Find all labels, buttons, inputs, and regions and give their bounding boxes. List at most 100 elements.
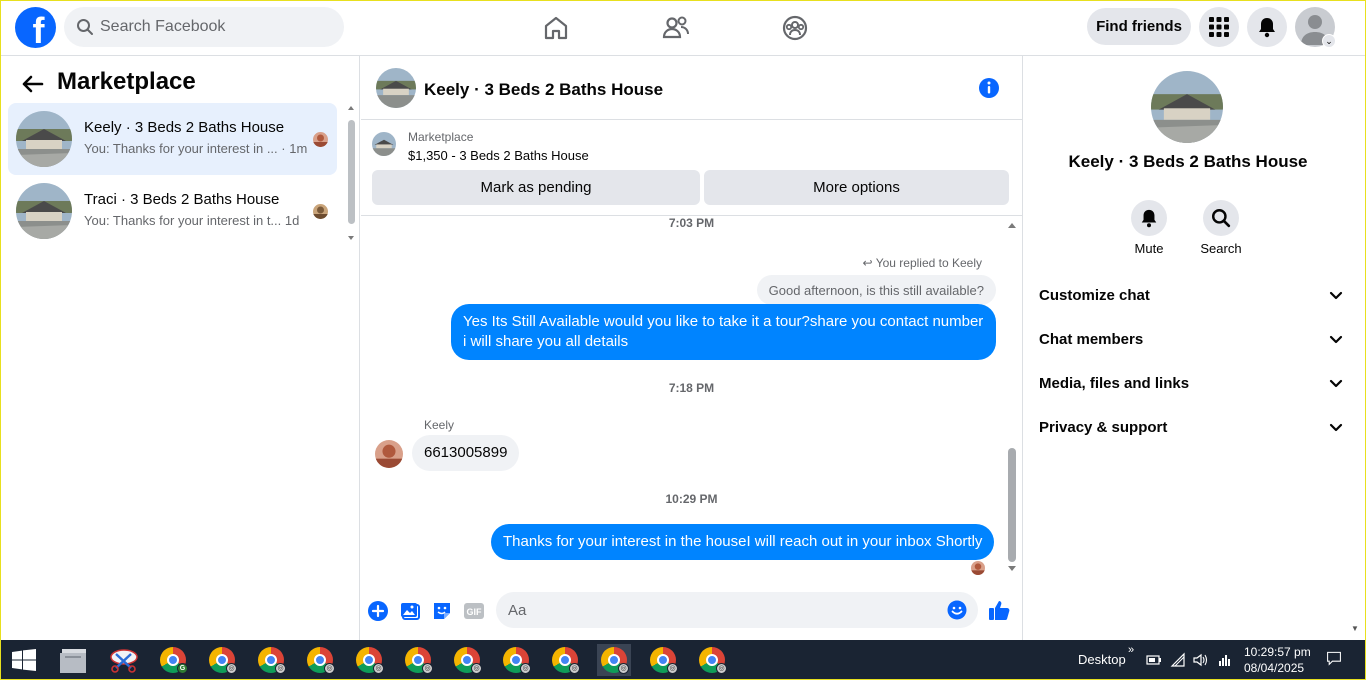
search-input[interactable]: [100, 7, 330, 47]
conversation-snippet: You: Thanks for your interest in ... · 1…: [84, 141, 308, 156]
chevron-down-icon[interactable]: ⌄: [1322, 34, 1336, 48]
page-scroll-down-icon[interactable]: ▼: [1351, 624, 1359, 633]
notification-center-icon[interactable]: [1324, 650, 1344, 666]
listing-thumbnail[interactable]: [1151, 71, 1223, 143]
thread-scrollbar[interactable]: [1006, 216, 1018, 578]
chrome-icon[interactable]: ◎: [401, 644, 435, 676]
notifications-icon: [1259, 18, 1275, 38]
message-input[interactable]: [508, 592, 938, 628]
chat-members-section[interactable]: Chat members: [1031, 320, 1343, 360]
chat-panel: Keely · 3 Beds 2 Baths House Marketplace…: [361, 56, 1022, 640]
facebook-logo-icon[interactable]: f: [15, 7, 56, 48]
back-arrow-icon[interactable]: [20, 74, 44, 94]
battery-icon[interactable]: [1146, 652, 1162, 668]
listing-price-title[interactable]: $1,350 - 3 Beds 2 Baths House: [408, 148, 589, 163]
conversation-name: Keely · 3 Beds 2 Baths House: [84, 119, 285, 136]
search-icon: [1212, 209, 1231, 228]
windows-taskbar: G ◎ ◎ ◎ ◎ ◎ ◎ ◎ ◎ ◎ ◎ ◎ Desktop » 10:29:…: [0, 640, 1366, 680]
wifi-icon[interactable]: [1170, 652, 1186, 668]
search-label: Search: [1200, 241, 1242, 256]
conversation-name: Traci · 3 Beds 2 Baths House: [84, 191, 280, 208]
chevron-up-icon[interactable]: »: [1128, 644, 1134, 660]
chat-title[interactable]: Keely · 3 Beds 2 Baths House: [424, 80, 663, 100]
sender-avatar[interactable]: [375, 440, 403, 468]
message-thread: 7:03 PM ↩ You replied to Keely Good afte…: [361, 216, 1022, 588]
chrome-icon[interactable]: ◎: [352, 644, 386, 676]
notifications-button[interactable]: [1247, 7, 1287, 47]
file-explorer-icon[interactable]: [58, 644, 92, 676]
bell-icon: [1141, 209, 1157, 228]
find-friends-button[interactable]: Find friends: [1087, 8, 1191, 45]
chrome-icon[interactable]: G: [156, 644, 190, 676]
outgoing-message[interactable]: Thanks for your interest in the houseI w…: [491, 524, 995, 560]
menu-grid-icon: [1209, 17, 1229, 37]
add-icon[interactable]: [367, 600, 389, 622]
chrome-icon[interactable]: ◎: [597, 644, 631, 676]
system-clock[interactable]: 10:29:57 pm 08/04/2025: [1244, 644, 1311, 676]
listing-label: Marketplace: [408, 130, 474, 144]
chrome-icon[interactable]: ◎: [695, 644, 729, 676]
chat-header: Keely · 3 Beds 2 Baths House: [361, 56, 1022, 120]
chrome-icon[interactable]: ◎: [450, 644, 484, 676]
chevron-down-icon: [1329, 335, 1343, 344]
listing-thumbnail[interactable]: [372, 132, 396, 156]
conversation-item[interactable]: Traci · 3 Beds 2 Baths House You: Thanks…: [8, 175, 337, 247]
menu-button[interactable]: [1199, 7, 1239, 47]
message-composer: GIF: [361, 588, 1022, 640]
volume-icon[interactable]: [1192, 652, 1208, 668]
svg-text:GIF: GIF: [467, 607, 483, 617]
seen-avatar: [313, 132, 328, 147]
listing-thumbnail[interactable]: [376, 68, 416, 108]
photo-icon[interactable]: [399, 600, 421, 622]
chat-name: Keely · 3 Beds 2 Baths House: [1068, 152, 1308, 171]
chevron-down-icon: [1329, 379, 1343, 388]
message-field[interactable]: [496, 592, 978, 628]
page-title: Marketplace: [57, 68, 196, 95]
emoji-icon[interactable]: [947, 600, 967, 620]
network-activity-icon[interactable]: [1217, 652, 1233, 668]
seen-avatar: [971, 561, 985, 575]
conversation-snippet: You: Thanks for your interest in t... 1d: [84, 213, 300, 228]
start-icon[interactable]: [12, 649, 36, 671]
conversation-item[interactable]: Keely · 3 Beds 2 Baths House You: Thanks…: [8, 103, 337, 175]
mute-button[interactable]: Mute: [1119, 200, 1179, 256]
chrome-icon[interactable]: ◎: [499, 644, 533, 676]
quoted-message[interactable]: Good afternoon, is this still available?: [756, 275, 996, 305]
list-scrollbar[interactable]: [347, 104, 355, 244]
mute-label: Mute: [1134, 241, 1164, 256]
customize-chat-section[interactable]: Customize chat: [1031, 276, 1343, 316]
top-navigation-bar: f Find friends ⌄: [0, 0, 1366, 56]
chrome-icon[interactable]: ◎: [548, 644, 582, 676]
reply-arrow-icon: ↩: [862, 256, 873, 270]
timestamp: 10:29 PM: [665, 492, 718, 506]
desktop-toolbar-label[interactable]: Desktop: [1078, 652, 1126, 667]
reply-indicator: ↩ You replied to Keely: [862, 256, 983, 270]
info-icon[interactable]: [978, 77, 1000, 99]
sticker-icon[interactable]: [431, 600, 453, 622]
more-options-button[interactable]: More options: [704, 170, 1009, 205]
chrome-icon[interactable]: ◎: [646, 644, 680, 676]
friends-icon[interactable]: [660, 12, 692, 44]
timestamp: 7:03 PM: [668, 216, 715, 230]
media-files-links-section[interactable]: Media, files and links: [1031, 364, 1343, 404]
gif-icon[interactable]: GIF: [463, 600, 485, 622]
search-icon: [77, 19, 93, 35]
snipping-tool-icon[interactable]: [107, 644, 141, 676]
mark-as-pending-button[interactable]: Mark as pending: [372, 170, 700, 205]
chrome-icon[interactable]: ◎: [303, 644, 337, 676]
chevron-down-icon: [1329, 291, 1343, 300]
privacy-support-section[interactable]: Privacy & support: [1031, 408, 1343, 448]
chat-info-panel: Keely · 3 Beds 2 Baths House Mute Search…: [1022, 56, 1366, 640]
home-icon[interactable]: [540, 12, 572, 44]
groups-icon[interactable]: [779, 12, 811, 44]
like-icon[interactable]: [987, 598, 1011, 622]
seen-avatar: [313, 204, 328, 219]
outgoing-message[interactable]: Yes Its Still Available would you like t…: [451, 304, 996, 360]
chrome-icon[interactable]: ◎: [254, 644, 288, 676]
timestamp: 7:18 PM: [668, 381, 715, 395]
incoming-message[interactable]: 6613005899: [412, 435, 520, 471]
search-in-chat-button[interactable]: Search: [1191, 200, 1251, 256]
marketplace-listing-card: Marketplace $1,350 - 3 Beds 2 Baths Hous…: [361, 120, 1022, 216]
chrome-icon[interactable]: ◎: [205, 644, 239, 676]
search-box[interactable]: [64, 7, 344, 47]
